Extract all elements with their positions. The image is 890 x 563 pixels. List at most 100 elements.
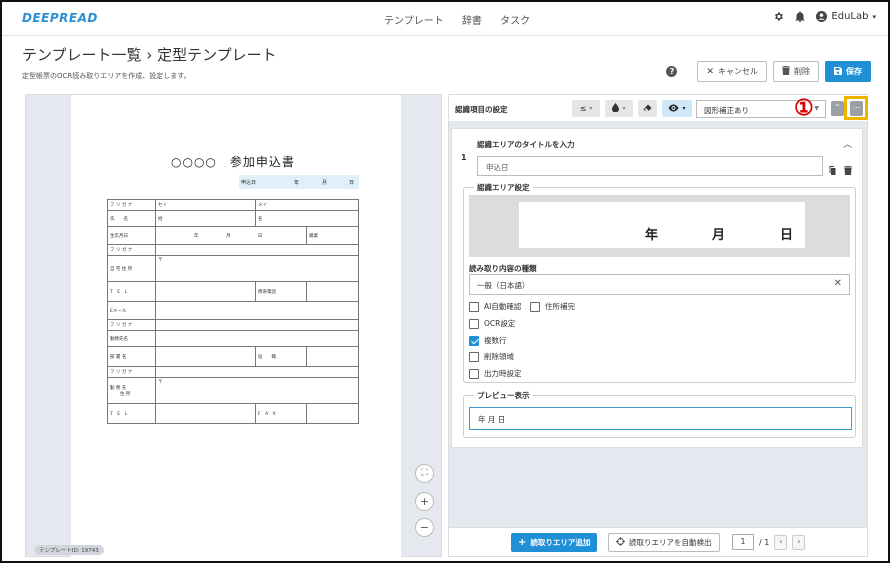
trash-icon[interactable]	[844, 160, 852, 179]
apply-date-month: 月	[322, 180, 328, 186]
document-viewer[interactable]: ○○○○ 参加申込書 申込日 年 月 日 フ リ ガ ナ セイ メイ 氏 名 姓…	[25, 94, 442, 558]
trash-icon	[782, 66, 790, 77]
checkbox-label: AI自動確認	[484, 302, 522, 311]
form-label: F A X	[255, 403, 307, 424]
eraser-button[interactable]	[638, 100, 657, 117]
prev-page-icon[interactable]: ‹	[774, 534, 788, 550]
form-label: 〒	[155, 255, 359, 282]
chevron-down-icon: ▾	[872, 12, 876, 21]
nav-link-dictionary[interactable]: 辞書	[462, 16, 482, 27]
save-button[interactable]: 保存	[825, 61, 871, 82]
form-cell	[306, 281, 359, 302]
nav-link-templates[interactable]: テンプレート	[384, 16, 444, 27]
next-page-icon[interactable]: ›	[792, 534, 806, 550]
form-label: 自 宅 住 所	[107, 255, 156, 282]
recognition-panel: 認識項目の設定 ≤ ▾ ▾ ▾ 図形補正あり ▼ ① ⌃ ⋯ 1 認識エリアのタ…	[448, 94, 868, 557]
chevron-down-icon: ▾	[622, 105, 626, 112]
eye-icon	[668, 104, 679, 114]
visibility-dropdown[interactable]: ▾	[662, 100, 692, 117]
form-label: 名	[255, 210, 359, 227]
gear-icon[interactable]	[773, 11, 784, 22]
app-logo[interactable]: DEEPREAD	[22, 11, 98, 25]
highlight-box	[844, 96, 868, 120]
delete-button[interactable]: 削除	[773, 61, 819, 82]
document-page[interactable]: ○○○○ 参加申込書 申込日 年 月 日 フ リ ガ ナ セイ メイ 氏 名 姓…	[71, 95, 401, 558]
page-subtitle: 定型帳票のOCR読み取りエリアを作成、設定します。	[22, 72, 191, 80]
preview-legend: プレビュー表示	[474, 390, 533, 401]
fit-screen-icon[interactable]: ⛶	[415, 464, 434, 483]
checkbox-label: OCR設定	[484, 319, 516, 328]
plus-icon: +	[518, 537, 527, 548]
form-cell: 勤 務 先 住 所	[107, 377, 156, 404]
panel-footer: + 読取りエリア追加 読取りエリアを自動検出 1 / 1 ‹ ›	[449, 527, 867, 556]
add-area-button[interactable]: + 読取りエリア追加	[511, 533, 598, 552]
form-cell	[155, 301, 359, 320]
item-title[interactable]: 認識エリアのタイトルを入力	[477, 139, 575, 150]
item-name-input[interactable]: 申込日	[477, 156, 823, 176]
page-number-input[interactable]: 1	[732, 534, 754, 550]
item-actions	[829, 160, 852, 179]
checkbox-address-complete[interactable]: 住所補完	[530, 301, 575, 312]
copy-icon[interactable]	[829, 160, 837, 179]
checkbox-label: 住所補完	[545, 302, 575, 311]
help-icon[interactable]: ?	[666, 66, 678, 77]
form-label: フ リ ガ ナ	[107, 199, 156, 211]
read-type-label: 読み取り内容の種類	[469, 264, 537, 273]
ink-dropdown[interactable]: ▾	[605, 100, 633, 117]
checkbox-label: 出力時設定	[484, 369, 522, 378]
form-label: 職業	[306, 226, 359, 245]
chevron-up-icon[interactable]: ︿	[843, 137, 852, 150]
apply-date-label: 申込日	[241, 180, 257, 186]
form-label: フ リ ガ ナ	[107, 366, 156, 378]
form-label: フ リ ガ ナ	[107, 244, 156, 256]
panel-header: 認識項目の設定 ≤ ▾ ▾ ▾ 図形補正あり ▼ ① ⌃ ⋯	[449, 95, 868, 121]
document-title: ○○○○ 参加申込書	[171, 155, 295, 169]
checkbox-box	[469, 368, 479, 379]
apply-date-area[interactable]: 申込日 年 月 日	[239, 175, 359, 189]
checkbox-box	[530, 301, 540, 312]
form-label: 日	[257, 233, 263, 239]
form-cell	[306, 403, 359, 424]
save-icon	[834, 66, 842, 77]
auto-detect-button[interactable]: 読取りエリアを自動検出	[608, 533, 720, 552]
collapse-all-icon[interactable]: ⌃	[831, 101, 844, 116]
form-label: 住 所	[120, 391, 131, 397]
sort-icon: ≤	[579, 104, 587, 113]
nav-link-tasks[interactable]: タスク	[500, 16, 530, 27]
checkbox-output-settings[interactable]: 出力時設定	[469, 368, 522, 379]
form-label: 勤務先名	[107, 330, 156, 347]
zoom-out-button[interactable]: −	[415, 518, 434, 537]
apply-date-year: 年	[294, 180, 300, 186]
read-type-select[interactable]: 一般（日本語） ✕	[469, 274, 850, 295]
template-id-badge: テンプレートID: 19743	[34, 545, 104, 555]
form-label: T E L	[107, 403, 156, 424]
checkbox-multiline[interactable]: 複数行	[469, 335, 507, 346]
area-crop-preview: 年 月 日	[469, 195, 850, 257]
checkbox-ocr-settings[interactable]: OCR設定	[469, 318, 515, 329]
checkbox-ai-confirm[interactable]: AI自動確認	[469, 301, 521, 312]
checkbox-box	[469, 351, 479, 362]
form-label: 姓	[155, 210, 256, 227]
top-navbar: DEEPREAD テンプレート 辞書 タスク EduLab ▾	[2, 2, 888, 36]
preview-month: 月	[712, 228, 726, 243]
preview-year: 年	[645, 228, 659, 243]
form-cell	[155, 281, 256, 302]
apply-date-day: 日	[349, 180, 355, 186]
checkbox-box-checked	[469, 335, 479, 346]
user-menu[interactable]: EduLab ▾	[816, 11, 876, 22]
cancel-button[interactable]: ✕ キャンセル	[697, 61, 767, 82]
preview-result-field[interactable]: 年 月 日	[469, 407, 852, 430]
add-area-label: 読取りエリア追加	[530, 538, 591, 547]
form-label: メイ	[255, 199, 359, 211]
form-label: 氏 名	[107, 210, 156, 227]
checkbox-delete-region[interactable]: 削除領域	[469, 351, 514, 362]
correction-select-value: 図形補正あり	[704, 106, 749, 115]
chevron-down-icon: ▼	[814, 105, 819, 112]
sort-dropdown[interactable]: ≤ ▾	[572, 100, 600, 117]
page-title: テンプレート一覧 › 定型テンプレート	[22, 46, 277, 64]
form-cell	[155, 403, 256, 424]
clear-icon[interactable]: ✕	[834, 278, 842, 289]
bell-icon[interactable]	[795, 11, 805, 22]
pagination: 1 / 1 ‹ ›	[732, 534, 806, 550]
zoom-in-button[interactable]: +	[415, 492, 434, 511]
